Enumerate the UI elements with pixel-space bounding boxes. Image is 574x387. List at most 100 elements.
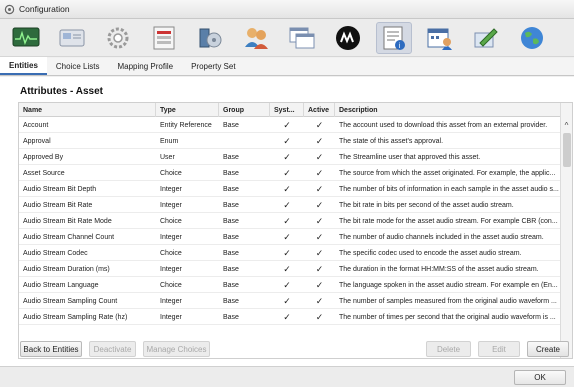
table-row[interactable]: Audio Stream Language Choice Base ✓ ✓ The lan… [19,277,561,293]
scroll-up-button[interactable]: ^ [561,119,572,131]
cell-type: Choice [160,281,182,289]
column-header-group[interactable]: Group [219,103,270,117]
cell-group: Base [223,233,239,241]
cell-system: ✓ [283,263,291,274]
create-button[interactable]: Create [527,341,569,357]
table-row[interactable]: Audio Stream Sampling Count Integer Base ✓ ✓… [19,293,561,309]
vertical-scrollbar[interactable]: ^ v [560,103,572,358]
table-row[interactable]: Audio Stream Sampling Rate (hz) Integer Ba… [19,309,561,325]
form-icon[interactable] [146,22,182,54]
tab-entities[interactable]: Entities [0,57,47,75]
cell-active: ✓ [315,279,324,290]
logo-icon[interactable] [330,22,366,54]
table-row[interactable]: Audio Stream Duration (ms) Integer Base ✓ ✓ T… [19,261,561,277]
cell-group: Base [223,185,239,193]
attributes-icon[interactable]: i [376,21,412,54]
table-row[interactable]: Approved By User Base ✓ ✓ The Streamline user… [19,149,561,165]
table-header: Name Type Group Syst... Active Descripti… [19,103,561,117]
table-row[interactable]: Audio Stream Channel Count Integer Base ✓ ✓ T… [19,229,561,245]
cell-type: Integer [160,313,182,321]
cell-group: Base [223,169,239,177]
cell-type: Choice [160,169,182,177]
dialog-footer: OK [0,366,574,387]
tab-bar: Entities Choice Lists Mapping Profile Pr… [0,57,574,76]
column-header-system[interactable]: Syst... [270,103,304,117]
ok-button[interactable]: OK [514,370,566,385]
cell-description: The duration in the format HH:MM:SS of t… [339,265,539,273]
cell-name: Audio Stream Language [23,281,99,289]
monitor-icon[interactable] [8,22,44,54]
cell-group: Base [223,217,239,225]
table-row[interactable]: Account Entity Reference Base ✓ ✓ The account… [19,117,561,133]
scroll-thumb[interactable] [563,133,571,167]
calendar-user-icon[interactable] [422,22,458,54]
cell-system: ✓ [283,215,291,226]
column-header-name[interactable]: Name [19,103,156,117]
cell-type: Choice [160,249,182,257]
cell-system: ✓ [283,295,291,306]
column-header-type[interactable]: Type [156,103,219,117]
manage-choices-button[interactable]: Manage Choices [143,341,210,357]
cell-group: Base [223,249,239,257]
cell-group: Base [223,313,239,321]
cell-description: The bit rate in bits per second of the a… [339,201,514,209]
globe-icon[interactable] [514,22,550,54]
cell-group: Base [223,121,239,129]
page-title: Attributes - Asset [20,86,103,97]
cell-description: The state of this asset's approval. [339,137,444,145]
back-to-entities-button[interactable]: Back to Entities [20,341,82,357]
cell-system: ✓ [283,119,291,130]
cell-system: ✓ [283,279,291,290]
cell-type: Choice [160,217,182,225]
cell-name: Audio Stream Sampling Count [23,297,118,305]
cell-description: The number of times per second that the … [339,313,556,321]
table-row[interactable]: Audio Stream Codec Choice Base ✓ ✓ The specif… [19,245,561,261]
cell-active: ✓ [315,151,324,162]
cell-type: Integer [160,185,182,193]
storage-icon[interactable] [192,22,228,54]
cell-description: The Streamline user that approved this a… [339,153,481,161]
tab-property-set[interactable]: Property Set [182,57,244,75]
cell-active: ✓ [315,215,324,226]
cell-type: Integer [160,297,182,305]
column-header-active[interactable]: Active [304,103,335,117]
table-row[interactable]: Audio Stream Bit Depth Integer Base ✓ ✓ The n… [19,181,561,197]
delete-button[interactable]: Delete [426,341,471,357]
table-row[interactable]: Audio Stream Bit Rate Integer Base ✓ ✓ The bi… [19,197,561,213]
cell-type: Integer [160,265,182,273]
windows-icon[interactable] [284,22,320,54]
cell-name: Approval [23,137,51,145]
tab-mapping-profile[interactable]: Mapping Profile [108,57,182,75]
cell-system: ✓ [283,167,291,178]
deactivate-button[interactable]: Deactivate [89,341,136,357]
cell-system: ✓ [283,247,291,258]
edit-button[interactable]: Edit [478,341,520,357]
cell-active: ✓ [315,167,324,178]
cell-description: The specific codec used to encode the as… [339,249,522,257]
cell-name: Asset Source [23,169,65,177]
cell-description: The bit rate mode for the asset audio st… [339,217,558,225]
table-row[interactable]: Asset Source Choice Base ✓ ✓ The source from … [19,165,561,181]
table-row[interactable]: Audio Stream Bit Rate Mode Choice Base ✓ ✓ Th… [19,213,561,229]
cell-group: Base [223,265,239,273]
window-title: Configuration [19,4,70,14]
server-icon[interactable] [54,22,90,54]
cell-type: Integer [160,201,182,209]
gear-icon [4,4,15,14]
cell-name: Audio Stream Channel Count [23,233,115,241]
tab-choice-lists[interactable]: Choice Lists [47,57,109,75]
cell-system: ✓ [283,151,291,162]
cell-active: ✓ [315,119,324,130]
cell-active: ✓ [315,247,324,258]
cell-group: Base [223,297,239,305]
edit-icon[interactable] [468,22,504,54]
cell-system: ✓ [283,231,291,242]
cell-description: The number of samples measured from the … [339,297,557,305]
cell-active: ✓ [315,135,324,146]
cell-name: Audio Stream Duration (ms) [23,265,110,273]
cell-system: ✓ [283,199,291,210]
users-icon[interactable] [238,22,274,54]
table-row[interactable]: Approval Enum ✓ ✓ The state of this asset's … [19,133,561,149]
gear-icon[interactable] [100,22,136,54]
column-header-description[interactable]: Description [335,103,561,117]
